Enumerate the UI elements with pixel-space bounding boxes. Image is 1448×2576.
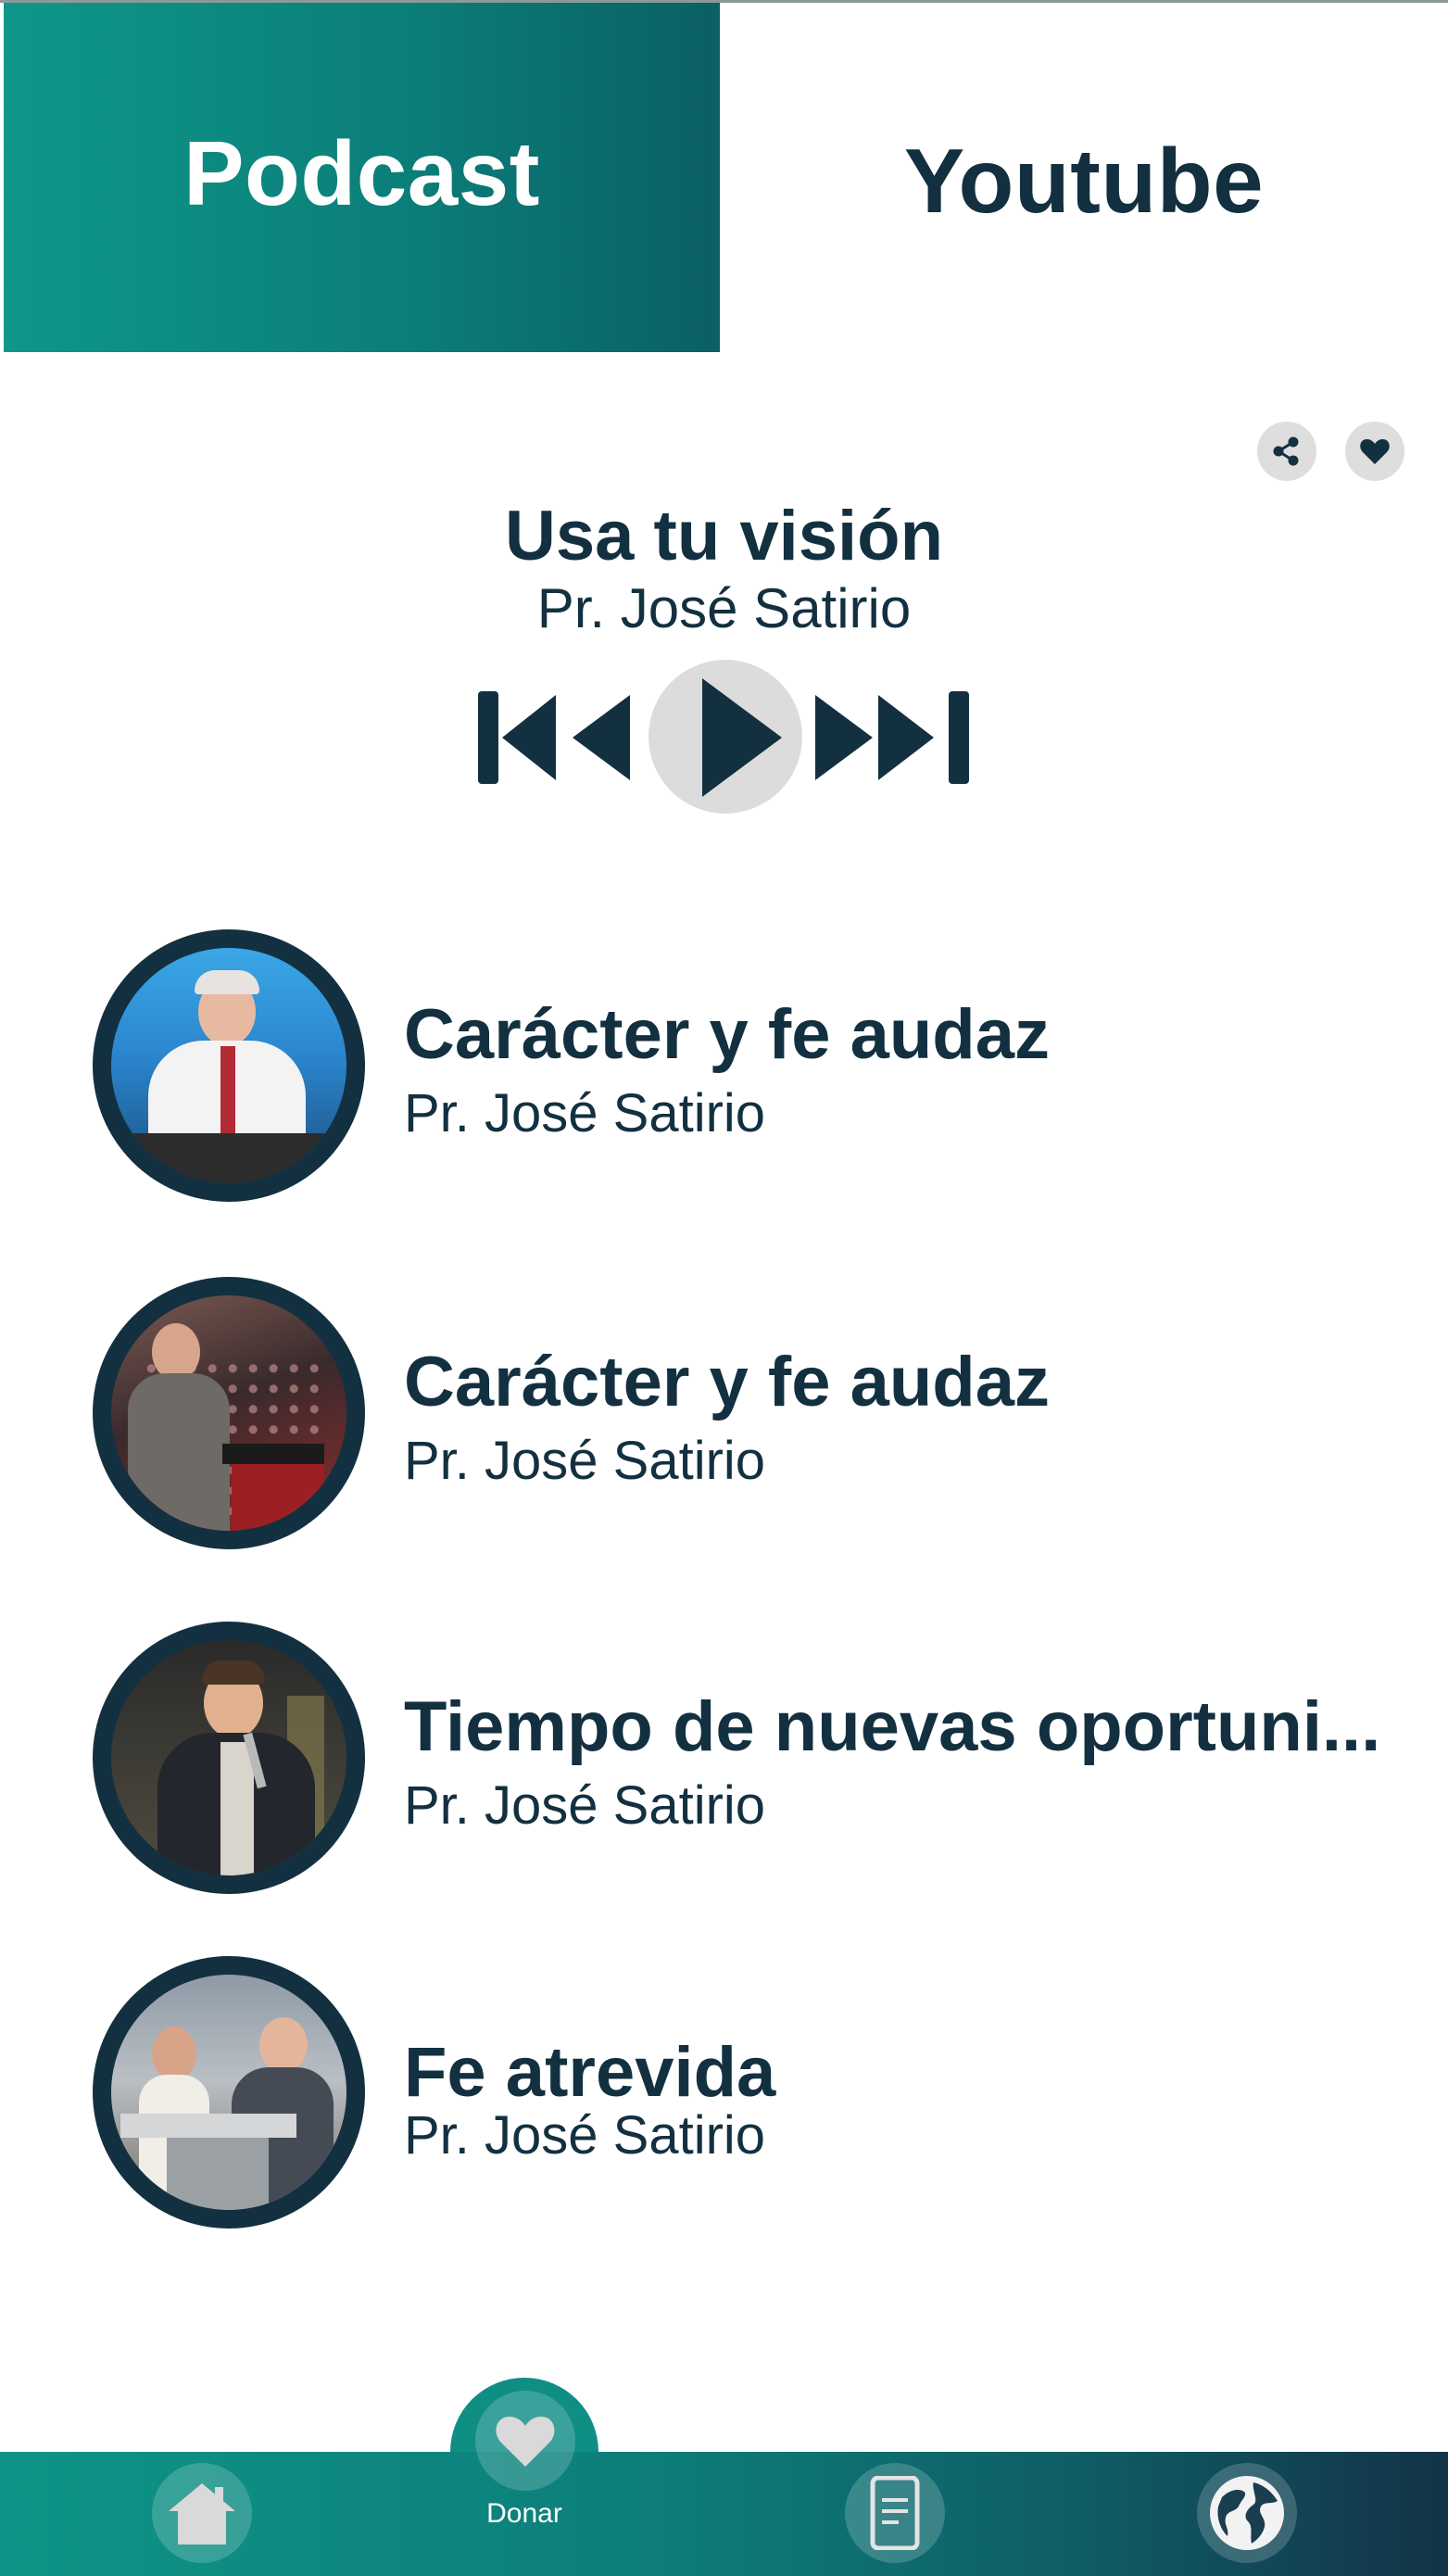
home-icon xyxy=(169,2483,235,2544)
list-item[interactable]: Fe atrevida Pr. José Satirio xyxy=(0,1956,1448,2234)
episode-thumbnail xyxy=(93,1956,365,2229)
now-playing-title: Usa tu visión xyxy=(505,497,943,575)
tab-podcast[interactable]: Podcast xyxy=(4,3,720,352)
heart-icon xyxy=(1360,439,1390,464)
tab-bar: Podcast Youtube xyxy=(0,0,1448,352)
nav-home[interactable] xyxy=(152,2463,252,2563)
episode-title: Tiempo de nuevas oportuni... xyxy=(404,1687,1381,1766)
list-item[interactable]: Carácter y fe audaz Pr. José Satirio xyxy=(0,929,1448,1207)
nav-document[interactable] xyxy=(845,2463,945,2563)
episode-thumbnail xyxy=(93,1622,365,1894)
tab-podcast-label: Podcast xyxy=(183,122,540,224)
fast-forward-icon[interactable] xyxy=(812,688,878,788)
episode-title: Carácter y fe audaz xyxy=(404,1343,1050,1421)
share-icon xyxy=(1273,436,1299,466)
episode-thumbnail xyxy=(93,1277,365,1549)
skip-next-icon[interactable] xyxy=(875,688,975,788)
episode-author: Pr. José Satirio xyxy=(404,1431,766,1491)
tab-youtube[interactable]: Youtube xyxy=(720,3,1448,352)
rewind-icon[interactable] xyxy=(567,688,634,788)
donate-label[interactable]: Donar xyxy=(426,2498,623,2530)
episode-title: Carácter y fe audaz xyxy=(404,995,1050,1074)
tab-youtube-label: Youtube xyxy=(903,130,1265,232)
now-playing-author: Pr. José Satirio xyxy=(536,577,912,639)
share-button[interactable] xyxy=(1257,422,1316,481)
favorite-button[interactable] xyxy=(1345,422,1404,481)
episode-author: Pr. José Satirio xyxy=(404,2105,766,2166)
document-icon xyxy=(870,2476,920,2550)
play-icon[interactable] xyxy=(697,673,786,802)
globe-icon xyxy=(1210,2476,1284,2550)
heart-icon xyxy=(496,2417,555,2467)
list-item[interactable]: Carácter y fe audaz Pr. José Satirio xyxy=(0,1277,1448,1555)
episode-title: Fe atrevida xyxy=(404,2033,776,2112)
nav-donate[interactable] xyxy=(475,2391,575,2491)
episode-author: Pr. José Satirio xyxy=(404,1775,766,1836)
episode-thumbnail xyxy=(93,929,365,1202)
list-item[interactable]: Tiempo de nuevas oportuni... Pr. José Sa… xyxy=(0,1622,1448,1900)
nav-globe[interactable] xyxy=(1197,2463,1297,2563)
episode-author: Pr. José Satirio xyxy=(404,1083,766,1143)
